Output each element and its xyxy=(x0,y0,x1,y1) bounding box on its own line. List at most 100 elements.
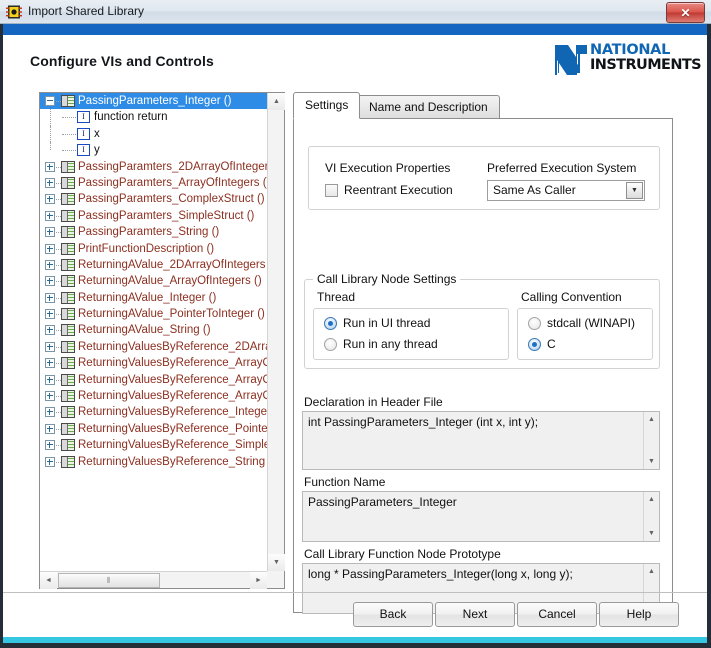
function-name-textbox[interactable]: PassingParameters_Integer ▲ ▼ xyxy=(302,491,660,542)
tree-item-label: ReturningValuesByReference_Integer xyxy=(78,406,267,419)
chevron-right-icon: ► xyxy=(255,577,262,584)
collapse-icon[interactable] xyxy=(45,96,55,106)
ni-logo-line1: NATIONAL xyxy=(590,42,671,58)
tab-name-and-description[interactable]: Name and Description xyxy=(357,95,500,118)
tree-item[interactable]: PassingParamters_ArrayOfIntegers () xyxy=(40,175,267,191)
back-button[interactable]: Back xyxy=(353,602,433,627)
tree-item[interactable]: Ifunction return xyxy=(40,109,267,126)
declaration-scrollbar[interactable]: ▲ ▼ xyxy=(643,412,659,469)
ni-wordmark: NATIONAL INSTRUMENTS xyxy=(590,42,702,73)
chevron-down-icon[interactable]: ▼ xyxy=(626,182,643,199)
expand-icon[interactable] xyxy=(45,276,55,287)
tree-item[interactable]: ReturningAValue_String () xyxy=(40,322,267,338)
expand-icon[interactable] xyxy=(45,210,55,221)
tree-vertical-scrollbar[interactable]: ▲ ▼ xyxy=(267,93,285,571)
vi-icon xyxy=(61,439,75,452)
scrollbar-grip-icon: ⦀ xyxy=(106,575,112,585)
tree-item[interactable]: ReturningAValue_ArrayOfIntegers () xyxy=(40,273,267,289)
title-bar[interactable]: Import Shared Library ✕ xyxy=(0,0,711,24)
tree-item[interactable]: ReturningValuesByReference_ArrayOf xyxy=(40,372,267,388)
tree-item-label: ReturningValuesByReference_Pointer xyxy=(78,422,267,435)
vi-icon xyxy=(61,226,75,239)
tree-item[interactable]: PassingParamters_SimpleStruct () xyxy=(40,208,267,224)
bottom-accent-strip xyxy=(3,637,707,643)
radio-run-in-any-thread[interactable] xyxy=(324,338,337,351)
declaration-textbox[interactable]: int PassingParameters_Integer (int x, in… xyxy=(302,411,660,470)
expand-icon[interactable] xyxy=(45,292,55,303)
expand-icon[interactable] xyxy=(45,374,55,385)
tab-settings[interactable]: Settings xyxy=(293,92,361,119)
tree-item[interactable]: ReturningAValue_Integer () xyxy=(40,290,267,306)
expand-icon[interactable] xyxy=(45,456,55,467)
radio-run-in-ui-thread[interactable] xyxy=(324,317,337,330)
help-button[interactable]: Help xyxy=(599,602,679,627)
declaration-scroll-down[interactable]: ▼ xyxy=(644,454,659,469)
tree-item[interactable]: Ix xyxy=(40,125,267,143)
declaration-scroll-up[interactable]: ▲ xyxy=(644,412,659,427)
expand-icon[interactable] xyxy=(45,194,55,205)
settings-tabstrip[interactable]: Settings Name and Description xyxy=(293,92,673,119)
expand-icon[interactable] xyxy=(45,259,55,270)
radio-stdcall[interactable] xyxy=(528,317,541,330)
vi-tree-panel[interactable]: PassingParameters_Integer () Ifunction re… xyxy=(39,92,285,589)
radio-c-calling-convention[interactable] xyxy=(528,338,541,351)
tree-scroll-left-button[interactable]: ◄ xyxy=(40,572,57,589)
tree-item[interactable]: ReturningAValue_PointerToInteger () xyxy=(40,306,267,322)
tree-hscroll-thumb[interactable]: ⦀ xyxy=(58,573,160,588)
expand-icon[interactable] xyxy=(45,423,55,434)
expand-icon[interactable] xyxy=(45,440,55,451)
close-button[interactable]: ✕ xyxy=(666,2,705,23)
preferred-execution-system-combobox[interactable]: Same As Caller ▼ xyxy=(487,180,645,201)
vi-tree-list[interactable]: PassingParameters_Integer () Ifunction re… xyxy=(40,93,267,571)
close-icon: ✕ xyxy=(680,5,691,20)
expand-icon[interactable] xyxy=(45,177,55,188)
expand-icon[interactable] xyxy=(45,407,55,418)
reentrant-execution-checkbox[interactable] xyxy=(325,184,338,197)
function-name-scroll-up[interactable]: ▲ xyxy=(644,492,659,507)
tree-horizontal-scrollbar[interactable]: ◄ ► ⦀ xyxy=(40,571,267,589)
function-name-scrollbar[interactable]: ▲ ▼ xyxy=(643,492,659,541)
tree-item[interactable]: PrintFunctionDescription () xyxy=(40,241,267,257)
next-button[interactable]: Next xyxy=(435,602,515,627)
tree-item[interactable]: Iy xyxy=(40,142,267,158)
expand-icon[interactable] xyxy=(45,243,55,254)
prototype-value: long * PassingParameters_Integer(long x,… xyxy=(308,567,573,581)
function-name-scroll-down[interactable]: ▼ xyxy=(644,526,659,541)
expand-icon[interactable] xyxy=(45,325,55,336)
labview-icon xyxy=(6,5,22,19)
tree-item[interactable]: ReturningValuesByReference_String ( xyxy=(40,454,267,470)
tree-item[interactable]: PassingParamters_2DArrayOfIntegers xyxy=(40,159,267,175)
chevron-down-icon: ▼ xyxy=(648,458,655,465)
vi-icon xyxy=(61,95,75,107)
tree-item[interactable]: ReturningValuesByReference_2DArray xyxy=(40,339,267,355)
tree-item-label: function return xyxy=(94,111,168,124)
tree-item[interactable]: ReturningValuesByReference_Pointer xyxy=(40,421,267,437)
tree-item[interactable]: PassingParamters_String () xyxy=(40,224,267,240)
tree-scroll-down-button[interactable]: ▼ xyxy=(268,554,285,571)
tree-scroll-up-button[interactable]: ▲ xyxy=(268,93,285,110)
tree-item[interactable]: PassingParameters_Integer () xyxy=(40,93,267,110)
reentrant-execution-label: Reentrant Execution xyxy=(344,183,453,197)
chevron-left-icon: ◄ xyxy=(45,577,52,584)
tree-item[interactable]: ReturningValuesByReference_ArrayOf xyxy=(40,388,267,404)
tree-guide-dots xyxy=(62,150,76,152)
cancel-button[interactable]: Cancel xyxy=(517,602,597,627)
prototype-scroll-up[interactable]: ▲ xyxy=(644,564,659,579)
expand-icon[interactable] xyxy=(45,391,55,402)
expand-icon[interactable] xyxy=(45,341,55,352)
tab-settings-label: Settings xyxy=(305,98,349,112)
tree-item[interactable]: ReturningAValue_2DArrayOfIntegers xyxy=(40,257,267,273)
expand-icon[interactable] xyxy=(45,358,55,369)
expand-icon[interactable] xyxy=(45,161,55,172)
chevron-down-glyph: ▼ xyxy=(631,187,638,194)
tree-item[interactable]: ReturningValuesByReference_SimpleS xyxy=(40,437,267,453)
tree-item[interactable]: PassingParamters_ComplexStruct () xyxy=(40,191,267,207)
tree-item[interactable]: ReturningValuesByReference_Integer xyxy=(40,404,267,420)
expand-icon[interactable] xyxy=(45,309,55,320)
expand-icon[interactable] xyxy=(45,227,55,238)
tree-item-label: PrintFunctionDescription () xyxy=(78,242,215,255)
tree-item-label: ReturningValuesByReference_ArrayOf xyxy=(78,390,267,403)
tree-item[interactable]: ReturningValuesByReference_ArrayOf xyxy=(40,355,267,371)
radio-c-calling-convention-label: C xyxy=(547,337,556,351)
tree-scroll-right-button[interactable]: ► xyxy=(250,572,267,589)
